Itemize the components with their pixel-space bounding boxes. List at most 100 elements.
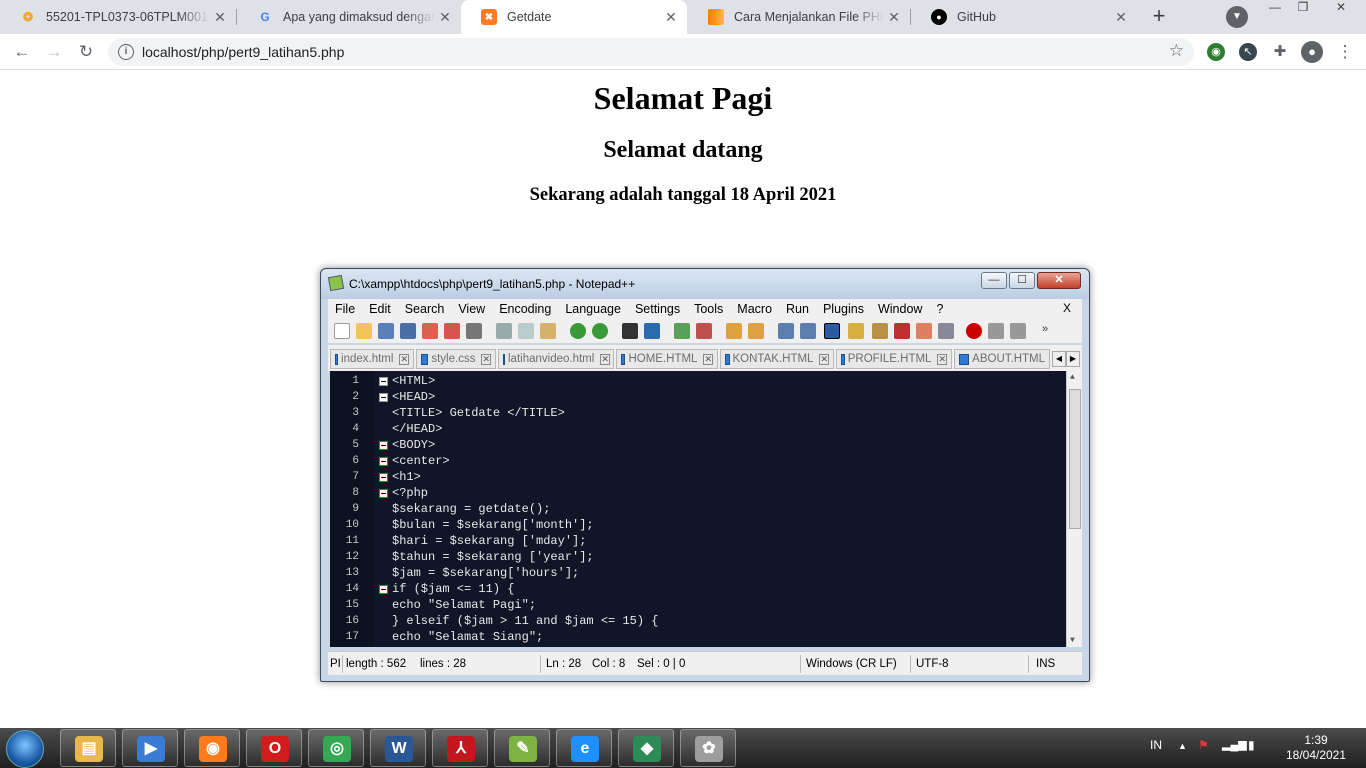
menu-file[interactable]: File <box>335 302 355 316</box>
code-line[interactable]: 12 $tahun = $sekarang ['year']; <box>330 549 1060 565</box>
fold-toggle-icon[interactable] <box>379 441 388 450</box>
find-icon[interactable] <box>622 323 638 339</box>
vertical-scrollbar[interactable]: ▲ ▼ <box>1066 371 1082 647</box>
notepadpp-titlebar[interactable]: C:\xampp\htdocs\php\pert9_latihan5.php -… <box>321 269 1089 299</box>
taskbar-app-network[interactable]: ◆ <box>618 729 674 767</box>
taskbar-app-ie[interactable]: e <box>556 729 612 767</box>
notepadpp-window[interactable]: C:\xampp\htdocs\php\pert9_latihan5.php -… <box>320 268 1090 682</box>
sync-v-icon[interactable] <box>726 323 742 339</box>
menu-search[interactable]: Search <box>405 302 445 316</box>
taskbar-app-media-player[interactable]: ▶ <box>122 729 178 767</box>
menu-settings[interactable]: Settings <box>635 302 680 316</box>
maximize-button[interactable]: ☐ <box>1009 272 1035 289</box>
language-indicator[interactable]: IN <box>1150 738 1162 752</box>
menu-window[interactable]: Window <box>878 302 922 316</box>
folder-workspace-icon[interactable] <box>916 323 932 339</box>
close-icon[interactable]: ✕ <box>399 353 409 365</box>
extension-cursor-icon[interactable]: ↖ <box>1239 43 1257 61</box>
restore-button[interactable]: ❐ <box>1290 0 1316 20</box>
doc-map-icon[interactable] <box>872 323 888 339</box>
taskbar-app-chrome[interactable]: ◎ <box>308 729 364 767</box>
profile-avatar-icon[interactable]: ● <box>1301 41 1323 63</box>
fold-toggle-icon[interactable] <box>379 393 388 402</box>
close-icon[interactable]: ✕ <box>819 353 829 365</box>
close-all-icon[interactable] <box>444 323 460 339</box>
code-line[interactable]: 5 <BODY> <box>330 437 1060 453</box>
fold-toggle-icon[interactable] <box>379 585 388 594</box>
code-line[interactable]: 17 echo "Selamat Siang"; <box>330 629 1060 645</box>
save-icon[interactable] <box>378 323 394 339</box>
taskbar-app-opera[interactable]: O <box>246 729 302 767</box>
system-clock[interactable]: 1:39 18/04/2021 <box>1276 733 1356 763</box>
fold-toggle-icon[interactable] <box>379 457 388 466</box>
word-wrap-icon[interactable] <box>778 323 794 339</box>
menu-help[interactable]: ? <box>936 302 943 316</box>
action-center-flag-icon[interactable]: ⚑ <box>1198 738 1209 752</box>
extensions-puzzle-icon[interactable]: ✚ <box>1271 43 1289 61</box>
code-line[interactable]: 13 $jam = $sekarang['hours']; <box>330 565 1060 581</box>
menu-encoding[interactable]: Encoding <box>499 302 551 316</box>
paste-icon[interactable] <box>540 323 556 339</box>
show-hidden-icons-icon[interactable]: ▲ <box>1178 741 1187 751</box>
close-button[interactable]: ✕ <box>1037 272 1081 289</box>
close-icon[interactable]: ✕ <box>600 353 610 365</box>
taskbar-app-notepadpp[interactable]: ✎ <box>494 729 550 767</box>
close-icon[interactable]: ✕ <box>1111 9 1131 26</box>
udl-icon[interactable] <box>848 323 864 339</box>
print-icon[interactable] <box>466 323 482 339</box>
undo-icon[interactable] <box>570 323 586 339</box>
file-tab-style[interactable]: style.css ✕ <box>416 349 496 369</box>
close-icon[interactable]: ✕ <box>481 353 491 365</box>
info-icon[interactable]: i <box>118 44 134 60</box>
scroll-down-icon[interactable]: ▼ <box>1070 636 1075 645</box>
code-line[interactable]: 15 echo "Selamat Pagi"; <box>330 597 1060 613</box>
code-line[interactable]: 16} elseif ($jam > 11 and $jam <= 15) { <box>330 613 1060 629</box>
tab-github[interactable]: ● GitHub ✕ <box>911 0 1137 34</box>
tab-cara-menjalankan[interactable]: Cara Menjalankan File PHP di XAMPP ✕ <box>688 0 910 34</box>
menu-close-doc[interactable]: X <box>1063 301 1071 315</box>
tab-scroll-left-icon[interactable]: ◀ <box>1052 351 1066 367</box>
more-tools-icon[interactable]: » <box>1042 323 1058 339</box>
show-all-chars-icon[interactable] <box>800 323 816 339</box>
taskbar-app-acrobat[interactable]: ⅄ <box>432 729 488 767</box>
close-icon[interactable]: ✕ <box>937 353 947 365</box>
bookmark-star-icon[interactable]: ☆ <box>1169 41 1184 61</box>
taskbar-app-firefox[interactable]: ◉ <box>184 729 240 767</box>
taskbar-app-explorer[interactable]: ▤ <box>60 729 116 767</box>
close-window-button[interactable]: ✕ <box>1326 0 1356 20</box>
close-icon[interactable]: ✕ <box>210 9 230 26</box>
code-line[interactable]: 3 <TITLE> Getdate </TITLE> <box>330 405 1060 421</box>
taskbar-app-paint[interactable]: ✿ <box>680 729 736 767</box>
function-list-icon[interactable] <box>894 323 910 339</box>
fold-toggle-icon[interactable] <box>379 473 388 482</box>
file-tab-about[interactable]: ABOUT.HTML <box>954 349 1050 369</box>
indent-guide-icon[interactable] <box>824 323 840 339</box>
close-icon[interactable]: ✕ <box>884 9 904 26</box>
minimize-button[interactable]: — <box>981 272 1007 289</box>
play-macro-icon[interactable] <box>1010 323 1026 339</box>
code-line[interactable]: 4 </HEAD> <box>330 421 1060 437</box>
tab-scroll-right-icon[interactable]: ▶ <box>1066 351 1080 367</box>
zoom-in-icon[interactable] <box>674 323 690 339</box>
network-signal-icon[interactable]: ▂▄▆ <box>1222 738 1247 751</box>
menu-run[interactable]: Run <box>786 302 809 316</box>
battery-icon[interactable]: ▮ <box>1248 738 1255 752</box>
stop-macro-icon[interactable] <box>988 323 1004 339</box>
tab-getdate[interactable]: ✖ Getdate ✕ <box>461 0 687 34</box>
code-line[interactable]: 14 if ($jam <= 11) { <box>330 581 1060 597</box>
save-all-icon[interactable] <box>400 323 416 339</box>
taskbar-app-word[interactable]: W <box>370 729 426 767</box>
monitoring-icon[interactable] <box>938 323 954 339</box>
reload-icon[interactable]: ↻ <box>74 40 98 64</box>
close-icon[interactable]: ✕ <box>435 9 455 26</box>
close-icon[interactable]: ✕ <box>703 353 713 365</box>
back-icon[interactable]: ← <box>10 40 34 64</box>
replace-icon[interactable] <box>644 323 660 339</box>
tab-google[interactable]: G Apa yang dimaksud dengan fungsi ✕ <box>237 0 461 34</box>
start-button[interactable] <box>6 730 44 768</box>
minimize-button[interactable]: — <box>1262 0 1288 20</box>
file-tab-profile[interactable]: PROFILE.HTML ✕ <box>836 349 952 369</box>
code-line[interactable]: 2 <HEAD> <box>330 389 1060 405</box>
close-file-icon[interactable] <box>422 323 438 339</box>
menu-tools[interactable]: Tools <box>694 302 723 316</box>
